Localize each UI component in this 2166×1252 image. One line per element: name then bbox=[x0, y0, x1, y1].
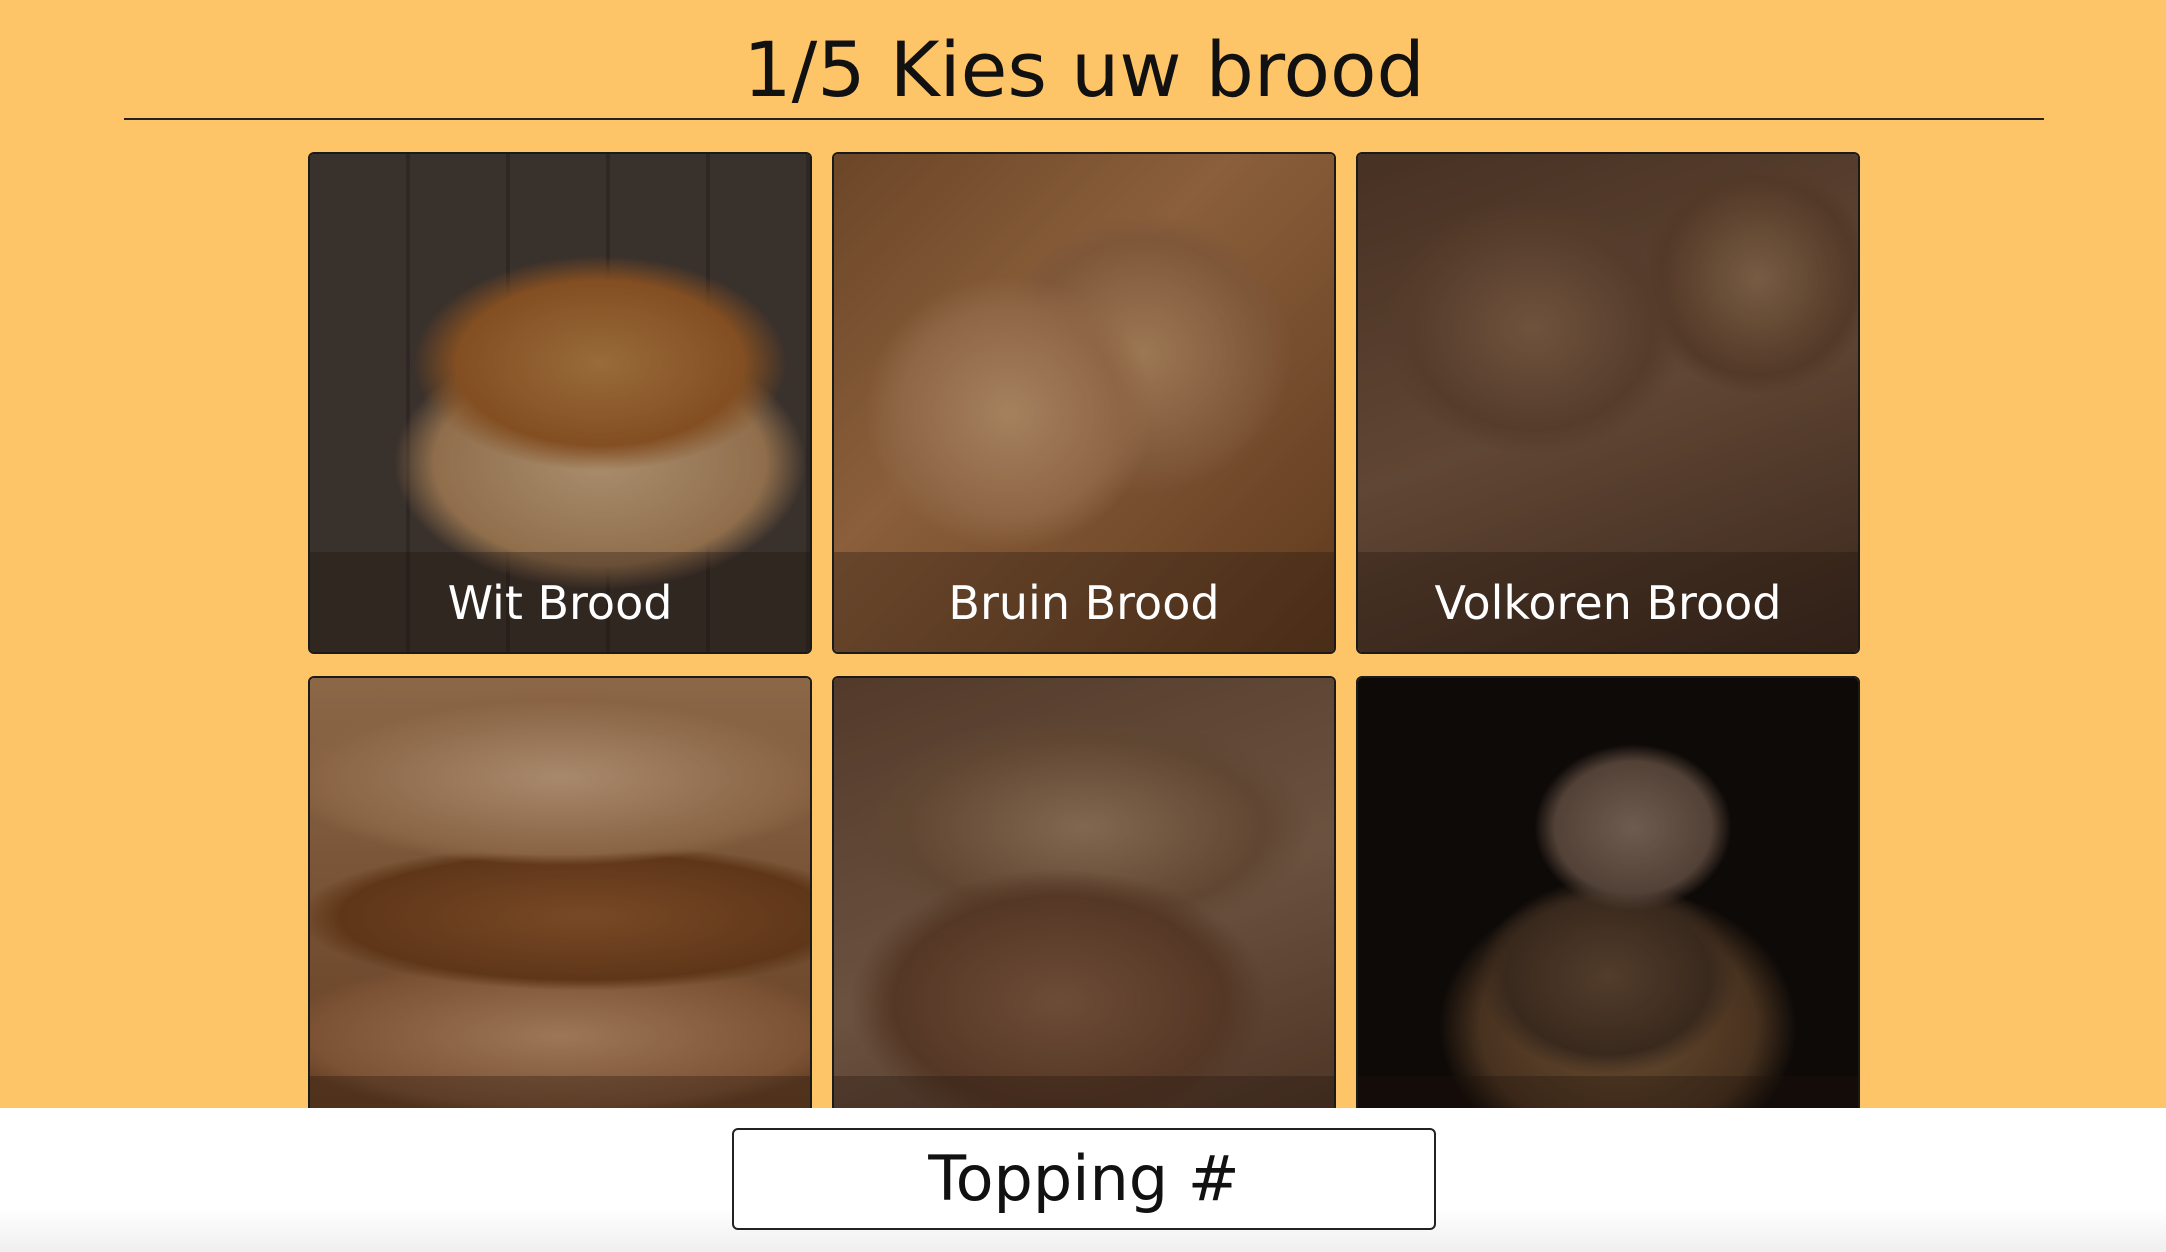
bread-option-bruin-brood[interactable]: Bruin Brood bbox=[832, 152, 1336, 654]
bread-option-label: Volkoren Brood bbox=[1434, 576, 1782, 630]
bread-option-4[interactable] bbox=[308, 676, 812, 1178]
bread-option-volkoren-brood[interactable]: Volkoren Brood bbox=[1356, 152, 1860, 654]
bread-option-label: Wit Brood bbox=[447, 576, 673, 630]
bread-option-wit-brood[interactable]: Wit Brood bbox=[308, 152, 812, 654]
topping-button[interactable]: Topping # bbox=[732, 1128, 1436, 1230]
page-title: 1/5 Kies uw brood bbox=[124, 18, 2044, 120]
bread-option-6[interactable] bbox=[1356, 676, 1860, 1178]
bread-option-label: Bruin Brood bbox=[948, 576, 1220, 630]
footer-bar: Topping # bbox=[0, 1108, 2166, 1252]
bread-option-5[interactable] bbox=[832, 676, 1336, 1178]
